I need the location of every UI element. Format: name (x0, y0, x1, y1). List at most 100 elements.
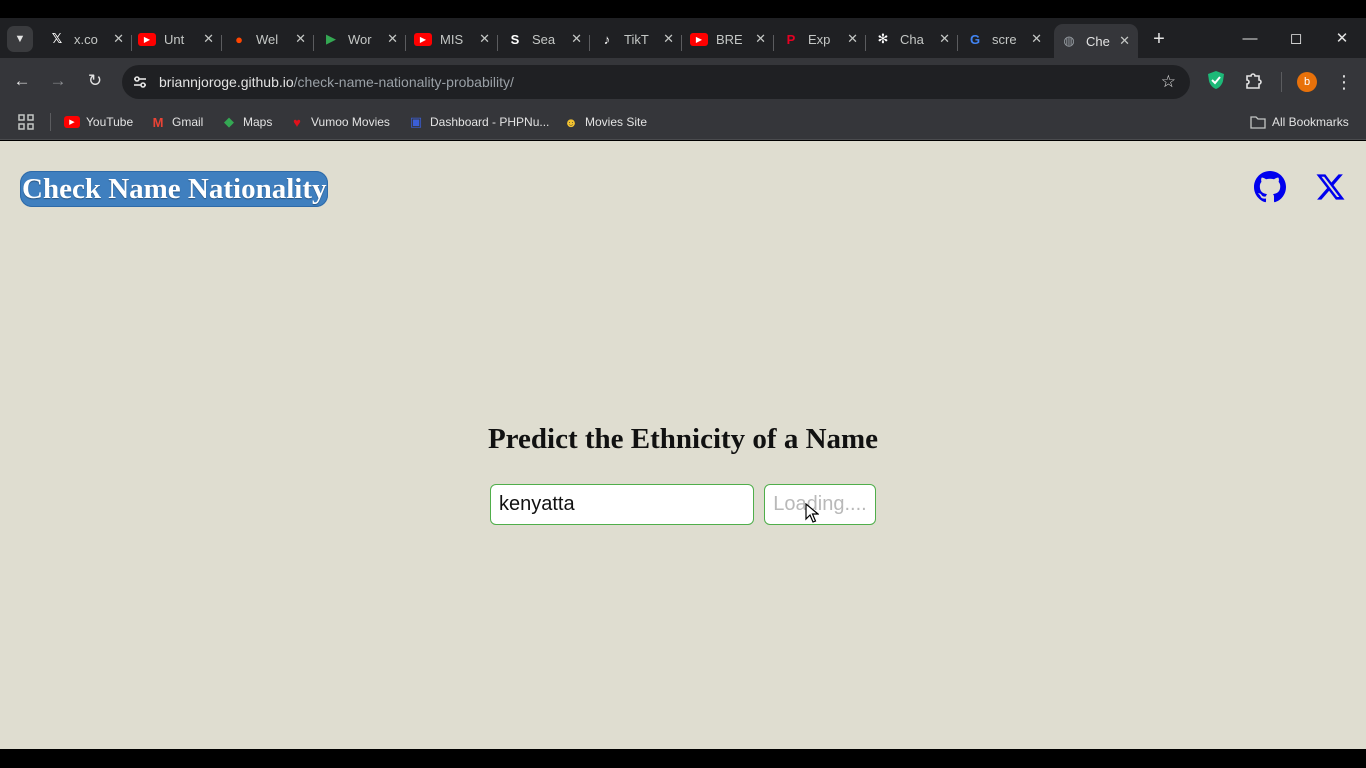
name-input[interactable] (490, 484, 754, 525)
tab-close-icon[interactable]: ✕ (295, 31, 306, 47)
plus-icon: + (1153, 27, 1165, 50)
address-bar[interactable]: briannjoroge.github.io/check-name-nation… (122, 65, 1190, 99)
url-path: /check-name-nationality-probability/ (293, 74, 514, 90)
bookmark-label: Vumoo Movies (311, 115, 390, 129)
bookmark-label: Dashboard - PHPNu... (430, 115, 550, 129)
tab-title: BRE (716, 31, 742, 47)
arrow-right-icon: → (49, 71, 67, 90)
youtube-icon: ▶ (414, 32, 432, 46)
browser-tab[interactable]: ♪ TikT ✕ (592, 26, 682, 52)
browser-tab[interactable]: ● Wel ✕ (224, 26, 314, 52)
browser-toolbar: ← → ↻ briannjoroge.github.io/check-name-… (0, 58, 1366, 104)
tab-title: Wel (256, 31, 279, 47)
tab-divider (865, 35, 866, 51)
arrow-left-icon: ← (13, 71, 31, 90)
tab-divider (773, 35, 774, 51)
tab-close-icon[interactable]: ✕ (387, 31, 398, 47)
reddit-icon: ● (235, 31, 243, 47)
bookmark-label: Maps (243, 115, 273, 129)
tab-divider (497, 35, 498, 51)
github-icon[interactable] (1254, 171, 1286, 203)
brand-title[interactable]: Check Name Nationality (20, 171, 329, 207)
browser-tab[interactable]: ✻ Cha ✕ (868, 26, 958, 52)
browser-tab[interactable]: P Exp ✕ (776, 26, 866, 52)
browser-tab[interactable]: S Sea ✕ (500, 26, 590, 52)
bookmark-item[interactable]: ☻ Movies Site (563, 112, 647, 132)
folder-icon (1250, 114, 1266, 130)
tab-title: Wor (348, 31, 372, 47)
x-twitter-icon[interactable] (1316, 173, 1345, 201)
bookmark-label: Gmail (172, 115, 204, 129)
browser-tab[interactable]: ▶ Wor ✕ (316, 26, 406, 52)
bookmarks-divider (50, 113, 51, 131)
browser-tab[interactable]: ▶ BRE ✕ (684, 26, 774, 52)
tab-close-icon[interactable]: ✕ (755, 31, 766, 47)
x-logo-icon: 𝕏 (51, 31, 63, 46)
page-content: Check Name Nationality Predict the Ethni… (0, 141, 1366, 749)
pinterest-icon: P (786, 31, 796, 47)
tab-close-icon[interactable]: ✕ (939, 31, 950, 47)
reload-icon: ↻ (87, 71, 103, 90)
bookmark-item[interactable]: ◆ Maps (221, 112, 272, 132)
url-text[interactable]: briannjoroge.github.io/check-name-nation… (159, 74, 514, 90)
bookmark-item[interactable]: ♥ Vumoo Movies (289, 112, 390, 132)
all-bookmarks-button[interactable]: All Bookmarks (1250, 112, 1349, 132)
maximize-icon: ◻ (1289, 30, 1303, 47)
chevron-down-icon: ▼ (14, 33, 26, 45)
tab-close-icon[interactable]: ✕ (847, 31, 858, 47)
url-host: briannjoroge.github.io (159, 74, 294, 90)
bookmark-item[interactable]: M Gmail (150, 112, 204, 132)
tab-close-icon[interactable]: ✕ (203, 31, 214, 47)
browser-tab[interactable]: 𝕏x.co ✕ (42, 26, 132, 52)
screen-top-border (0, 0, 1366, 18)
tab-close-icon[interactable]: ✕ (571, 31, 582, 47)
bookmark-item[interactable]: ▣ Dashboard - PHPNu... (408, 112, 550, 132)
toolbar-divider (1281, 72, 1282, 92)
s-logo-icon: S (510, 31, 520, 47)
youtube-icon: ▶ (64, 116, 80, 128)
mouse-cursor-icon (805, 503, 819, 523)
maximize-button[interactable]: ◻ (1284, 26, 1308, 50)
new-tab-button[interactable]: + (1148, 28, 1170, 50)
browser-tab[interactable]: ▶ MIS ✕ (408, 26, 498, 52)
browser-tab[interactable]: Gscre ✕ (960, 26, 1050, 52)
tab-close-icon[interactable]: ✕ (1119, 33, 1130, 49)
tab-divider (405, 35, 406, 51)
google-icon: G (969, 31, 981, 47)
tab-search-button[interactable]: ▼ (7, 26, 33, 52)
extension-shield-icon[interactable] (1206, 70, 1226, 90)
tab-title: MIS (440, 31, 464, 47)
bookmark-item[interactable]: ▶ YouTube (64, 112, 133, 132)
reload-button[interactable]: ↻ (83, 69, 107, 93)
tab-title: Cha (900, 31, 924, 47)
close-window-button[interactable]: ✕ (1330, 26, 1354, 50)
tab-close-icon[interactable]: ✕ (113, 31, 124, 47)
tiktok-icon: ♪ (603, 31, 611, 47)
tab-divider (589, 35, 590, 51)
browser-tab[interactable]: ◍ Che ✕ (1054, 24, 1138, 58)
extensions-puzzle-icon[interactable] (1243, 69, 1265, 91)
tab-close-icon[interactable]: ✕ (663, 31, 674, 47)
site-info-icon[interactable] (130, 72, 150, 92)
close-icon: ✕ (1335, 30, 1349, 47)
play-store-icon: ▶ (326, 31, 336, 46)
forward-button[interactable]: → (46, 69, 70, 93)
tab-strip: ▼ 𝕏x.co ✕ ▶ Unt ✕ ● Wel ✕ ▶ Wor ✕ ▶ MIS ✕ S Sea ✕ ♪ TikT ✕ ▶… (0, 18, 1366, 58)
tab-title: Unt (164, 31, 185, 47)
submit-button[interactable]: Loading.... (764, 484, 876, 525)
kebab-menu-icon[interactable]: ⋮ (1335, 70, 1353, 94)
bookmark-star-icon[interactable]: ☆ (1161, 72, 1176, 92)
tab-title: Che (1086, 33, 1110, 49)
minimize-button[interactable]: — (1238, 26, 1262, 50)
tab-close-icon[interactable]: ✕ (479, 31, 490, 47)
globe-icon: ◍ (1063, 33, 1075, 48)
maps-icon: ◆ (224, 114, 234, 129)
chatgpt-icon: ✻ (877, 31, 889, 46)
tab-divider (957, 35, 958, 51)
browser-tab[interactable]: ▶ Unt ✕ (132, 26, 222, 52)
tab-divider (313, 35, 314, 51)
back-button[interactable]: ← (10, 69, 34, 93)
apps-grid-icon[interactable] (17, 113, 35, 131)
profile-avatar[interactable]: b (1297, 72, 1317, 92)
tab-close-icon[interactable]: ✕ (1031, 31, 1042, 47)
